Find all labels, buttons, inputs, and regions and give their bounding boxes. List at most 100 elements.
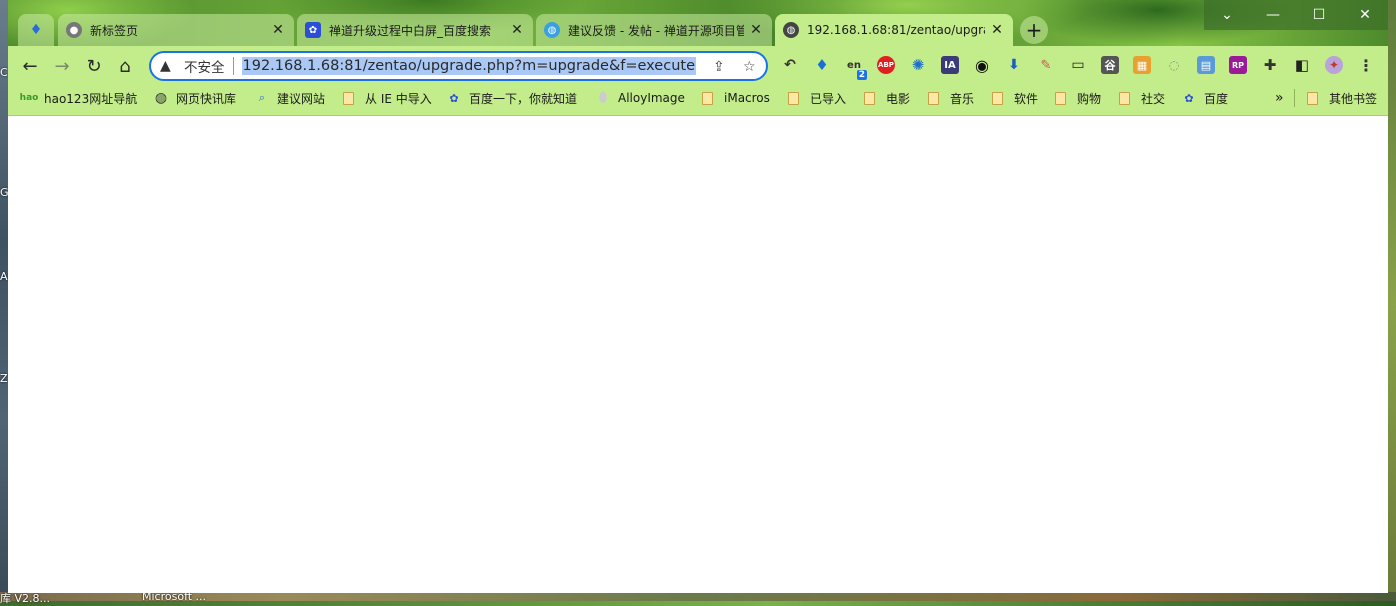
folder-icon (1307, 91, 1318, 105)
tab-title: 建议反馈 - 发帖 - 禅道开源项目管 (568, 23, 744, 38)
chevron-double-right-icon: » (1275, 90, 1284, 106)
tab-new-tab[interactable]: ● 新标签页 ✕ (58, 14, 294, 46)
bookmark-hao123[interactable]: hao hao123网址导航 (20, 86, 138, 110)
url-text[interactable]: 192.168.1.68:81/zentao/upgrade.php?m=upg… (241, 57, 696, 75)
arrow-right-icon: → (54, 55, 70, 77)
egg-icon: ⬮ (598, 90, 608, 106)
folder-icon (1119, 91, 1130, 105)
pinned-tab[interactable]: ♦ (18, 14, 54, 46)
bookmark-label: 网页快讯库 (176, 91, 237, 106)
pencil-extension-icon[interactable]: ✎ (1037, 56, 1055, 74)
bookmark-suggested-sites[interactable]: ⌕ 建议网站 (255, 86, 325, 110)
close-icon[interactable]: ✕ (748, 22, 764, 38)
bookmark-folder-imacros[interactable]: iMacros (702, 86, 770, 110)
chevron-down-icon: ⌄ (1221, 7, 1233, 23)
close-icon[interactable]: ✕ (270, 22, 286, 38)
minimize-button[interactable]: — (1250, 0, 1296, 30)
tab-zentao-feedback[interactable]: ◍ 建议反馈 - 发帖 - 禅道开源项目管 ✕ (536, 14, 772, 46)
ring-extension-icon[interactable]: ◉ (973, 56, 991, 75)
bookmark-folder-social[interactable]: 社交 (1119, 86, 1165, 110)
bookmark-alloyimage[interactable]: ⬮ AlloyImage (596, 86, 685, 110)
folder-icon (928, 91, 939, 105)
rp-extension-icon[interactable]: RP (1229, 56, 1247, 74)
bookmark-label: 百度 (1204, 91, 1229, 106)
avatar[interactable]: ✦ (1325, 56, 1343, 74)
tab-title: 192.168.1.68:81/zentao/upgrade (807, 23, 985, 37)
circle-extension-icon[interactable]: ◌ (1165, 56, 1183, 74)
tab-strip: ♦ ● 新标签页 ✕ ✿ 禅道升级过程中白屏_百度搜索 ✕ ◍ 建议反馈 - 发… (8, 0, 1388, 46)
desktop-label: Z (0, 372, 8, 385)
divider (232, 57, 234, 75)
laptop-icon[interactable]: ▭ (1069, 56, 1087, 74)
home-button[interactable]: ⌂ (111, 52, 139, 80)
bookmark-baidu-2[interactable]: ✿ 百度 (1182, 86, 1228, 110)
minimize-icon: — (1266, 7, 1280, 23)
bookmark-folder-software[interactable]: 软件 (992, 86, 1038, 110)
image-extension-icon[interactable]: ▤ (1197, 56, 1215, 74)
divider (1294, 89, 1295, 107)
tab-baidu-search[interactable]: ✿ 禅道升级过程中白屏_百度搜索 ✕ (297, 14, 533, 46)
bookmark-label: 电影 (886, 91, 911, 106)
desktop-background-bottom (0, 592, 1396, 601)
bookmark-folder-music[interactable]: 音乐 (928, 86, 974, 110)
side-panel-icon[interactable]: ◧ (1293, 56, 1311, 74)
maximize-icon: ☐ (1312, 7, 1326, 23)
bookmark-label: 已导入 (810, 91, 847, 106)
maximize-button[interactable]: ☐ (1296, 0, 1342, 30)
toolbar: ← → ↻ ⌂ ▲ 不安全 192.168.1.68:81/zentao/upg… (8, 46, 1388, 86)
bookmark-label: 百度一下，你就知道 (469, 91, 578, 106)
bookmark-baidu[interactable]: ✿ 百度一下，你就知道 (447, 86, 577, 110)
download-extension-icon[interactable]: ⬇ (1005, 56, 1023, 74)
baidu-paw-icon: ✿ (305, 22, 321, 38)
tab-search-button[interactable]: ⌄ (1204, 0, 1250, 30)
star-icon[interactable]: ☆ (743, 59, 756, 75)
undo-extension-icon[interactable]: ↶ (781, 56, 799, 74)
adblock-icon[interactable]: ABP (877, 56, 895, 74)
bookmark-folder-movies[interactable]: 电影 (864, 86, 910, 110)
folder-icon (343, 91, 354, 105)
folder-icon (702, 91, 713, 105)
bookmark-folder-ie-import[interactable]: 从 IE 中导入 (343, 86, 432, 110)
grid-extension-icon[interactable]: ▦ (1133, 56, 1151, 74)
rp-label: RP (1231, 60, 1245, 70)
menu-icon[interactable]: ⋮ (1357, 56, 1375, 75)
bookmark-label: 购物 (1077, 91, 1102, 106)
bookmark-folder-shopping[interactable]: 购物 (1055, 86, 1101, 110)
home-icon: ⌂ (119, 55, 131, 77)
chrome-icon: ● (66, 22, 82, 38)
reload-button[interactable]: ↻ (80, 52, 108, 80)
bookmark-web-slices[interactable]: ◍ 网页快讯库 (154, 86, 236, 110)
tab-zentao-upgrade[interactable]: ◍ 192.168.1.68:81/zentao/upgrade ✕ (775, 14, 1013, 46)
tab-title: 新标签页 (90, 23, 139, 38)
new-tab-button[interactable]: + (1020, 16, 1048, 44)
puzzle-icon[interactable]: ✚ (1261, 56, 1279, 74)
globe-extension-icon[interactable]: ✺ (909, 56, 927, 74)
valley-extension-icon[interactable]: 谷 (1101, 56, 1119, 74)
plus-icon: + (1025, 18, 1043, 42)
close-window-button[interactable]: ✕ (1342, 0, 1388, 30)
desktop-background-left (0, 0, 8, 601)
browser-window: ♦ ● 新标签页 ✕ ✿ 禅道升级过程中白屏_百度搜索 ✕ ◍ 建议反馈 - 发… (8, 0, 1388, 593)
page-content-blank[interactable] (8, 116, 1388, 593)
forward-button[interactable]: → (48, 52, 76, 80)
translate-extension-icon[interactable]: en 2 (845, 56, 867, 80)
back-button[interactable]: ← (16, 52, 44, 80)
bookmark-folder-other[interactable]: 其他书签 (1307, 86, 1377, 110)
bookmark-label: iMacros (724, 91, 770, 105)
close-icon[interactable]: ✕ (989, 22, 1005, 38)
ia-extension-icon[interactable]: IA (941, 56, 959, 74)
insecure-label[interactable]: 不安全 (184, 56, 225, 76)
bookmarks-overflow-button[interactable]: » (1275, 86, 1284, 110)
bookmark-folder-imported[interactable]: 已导入 (788, 86, 846, 110)
tab-title: 禅道升级过程中白屏_百度搜索 (329, 23, 492, 38)
reload-icon: ↻ (86, 55, 102, 77)
share-icon[interactable]: ⇪ (713, 59, 725, 75)
warning-icon: ▲ (160, 58, 171, 74)
diamond-icon[interactable]: ♦ (813, 56, 831, 74)
adblock-label: ABP (878, 61, 894, 69)
address-bar[interactable]: ▲ 不安全 192.168.1.68:81/zentao/upgrade.php… (149, 51, 768, 81)
folder-icon (1055, 91, 1066, 105)
globe-blue-icon: ◍ (544, 22, 560, 38)
arrow-left-icon: ← (22, 55, 38, 77)
close-icon[interactable]: ✕ (509, 22, 525, 38)
